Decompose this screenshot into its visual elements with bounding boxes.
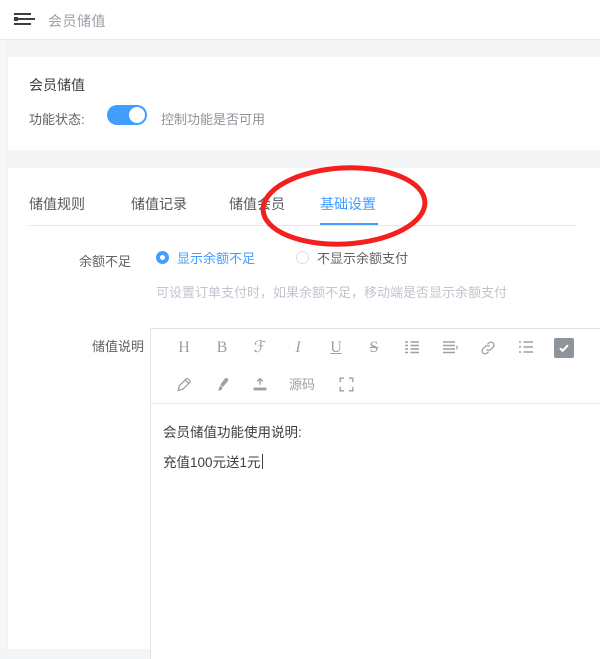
eraser-icon[interactable]: [171, 372, 197, 398]
feature-status-card: 会员储值 功能状态: 控制功能是否可用: [8, 57, 600, 150]
font-family-icon[interactable]: ℱ: [247, 335, 273, 361]
tab-storage-rules[interactable]: 储值规则: [29, 194, 85, 214]
editor-line-with-caret: 充值100元送1元: [163, 448, 600, 478]
italic-icon[interactable]: I: [285, 335, 311, 361]
editor-content[interactable]: 会员储值功能使用说明: 充值100元送1元: [151, 404, 600, 478]
fullscreen-icon[interactable]: [333, 372, 359, 398]
editor-line-text: 充值100元送1元: [163, 455, 261, 470]
checkbox-icon[interactable]: [554, 338, 574, 358]
rich-text-editor[interactable]: H B ℱ I U S 源码 会员储值功能使用说明: 充值100元送1元: [150, 328, 600, 659]
active-tab-indicator: [320, 223, 378, 225]
top-bar: 会员储值: [0, 0, 600, 40]
menu-collapse-icon[interactable]: [14, 12, 35, 27]
toggle-knob: [129, 107, 145, 123]
unordered-list-icon[interactable]: [513, 335, 539, 361]
link-icon[interactable]: [475, 335, 501, 361]
brush-icon[interactable]: [209, 372, 235, 398]
editor-line: 会员储值功能使用说明:: [163, 425, 302, 440]
source-code-button[interactable]: 源码: [285, 372, 319, 398]
radio-label: 不显示余额支付: [317, 251, 409, 266]
card-title: 会员储值: [29, 77, 85, 93]
tab-basic-settings[interactable]: 基础设置: [320, 194, 376, 214]
balance-insufficient-label: 余额不足: [79, 254, 132, 269]
strikethrough-icon[interactable]: S: [361, 335, 387, 361]
feature-status-label: 功能状态:: [29, 112, 85, 127]
feature-status-toggle[interactable]: [107, 105, 147, 125]
settings-card: 储值规则 储值记录 储值会员 基础设置 余额不足 显示余额不足 不显示余额支付 …: [8, 168, 600, 659]
heading-icon[interactable]: H: [171, 335, 197, 361]
tab-storage-members[interactable]: 储值会员: [229, 194, 285, 214]
tab-bar: 储值规则 储值记录 储值会员 基础设置: [29, 182, 600, 226]
storage-description-label: 储值说明: [92, 339, 145, 354]
upload-icon[interactable]: [247, 372, 273, 398]
balance-insufficient-hint: 可设置订单支付时，如果余额不足，移动端是否显示余额支付: [156, 285, 508, 300]
storage-description-row: 储值说明 H B ℱ I U S 源码 会员储值功能使用说明: 充值100元送1…: [8, 328, 600, 659]
radio-dot-selected: [156, 251, 169, 264]
page-title: 会员储值: [48, 13, 106, 29]
text-caret: [261, 454, 263, 469]
tab-storage-records[interactable]: 储值记录: [131, 194, 187, 214]
radio-label: 显示余额不足: [177, 251, 256, 266]
feature-status-description: 控制功能是否可用: [161, 112, 266, 127]
tab-bar-divider: [29, 225, 576, 226]
align-icon[interactable]: [437, 335, 463, 361]
underline-icon[interactable]: U: [323, 335, 349, 361]
bold-icon[interactable]: B: [209, 335, 235, 361]
indent-icon[interactable]: [399, 335, 425, 361]
radio-dot-unselected: [296, 251, 309, 264]
sidebar-edge: [0, 0, 7, 649]
editor-toolbar: H B ℱ I U S 源码: [151, 329, 600, 404]
